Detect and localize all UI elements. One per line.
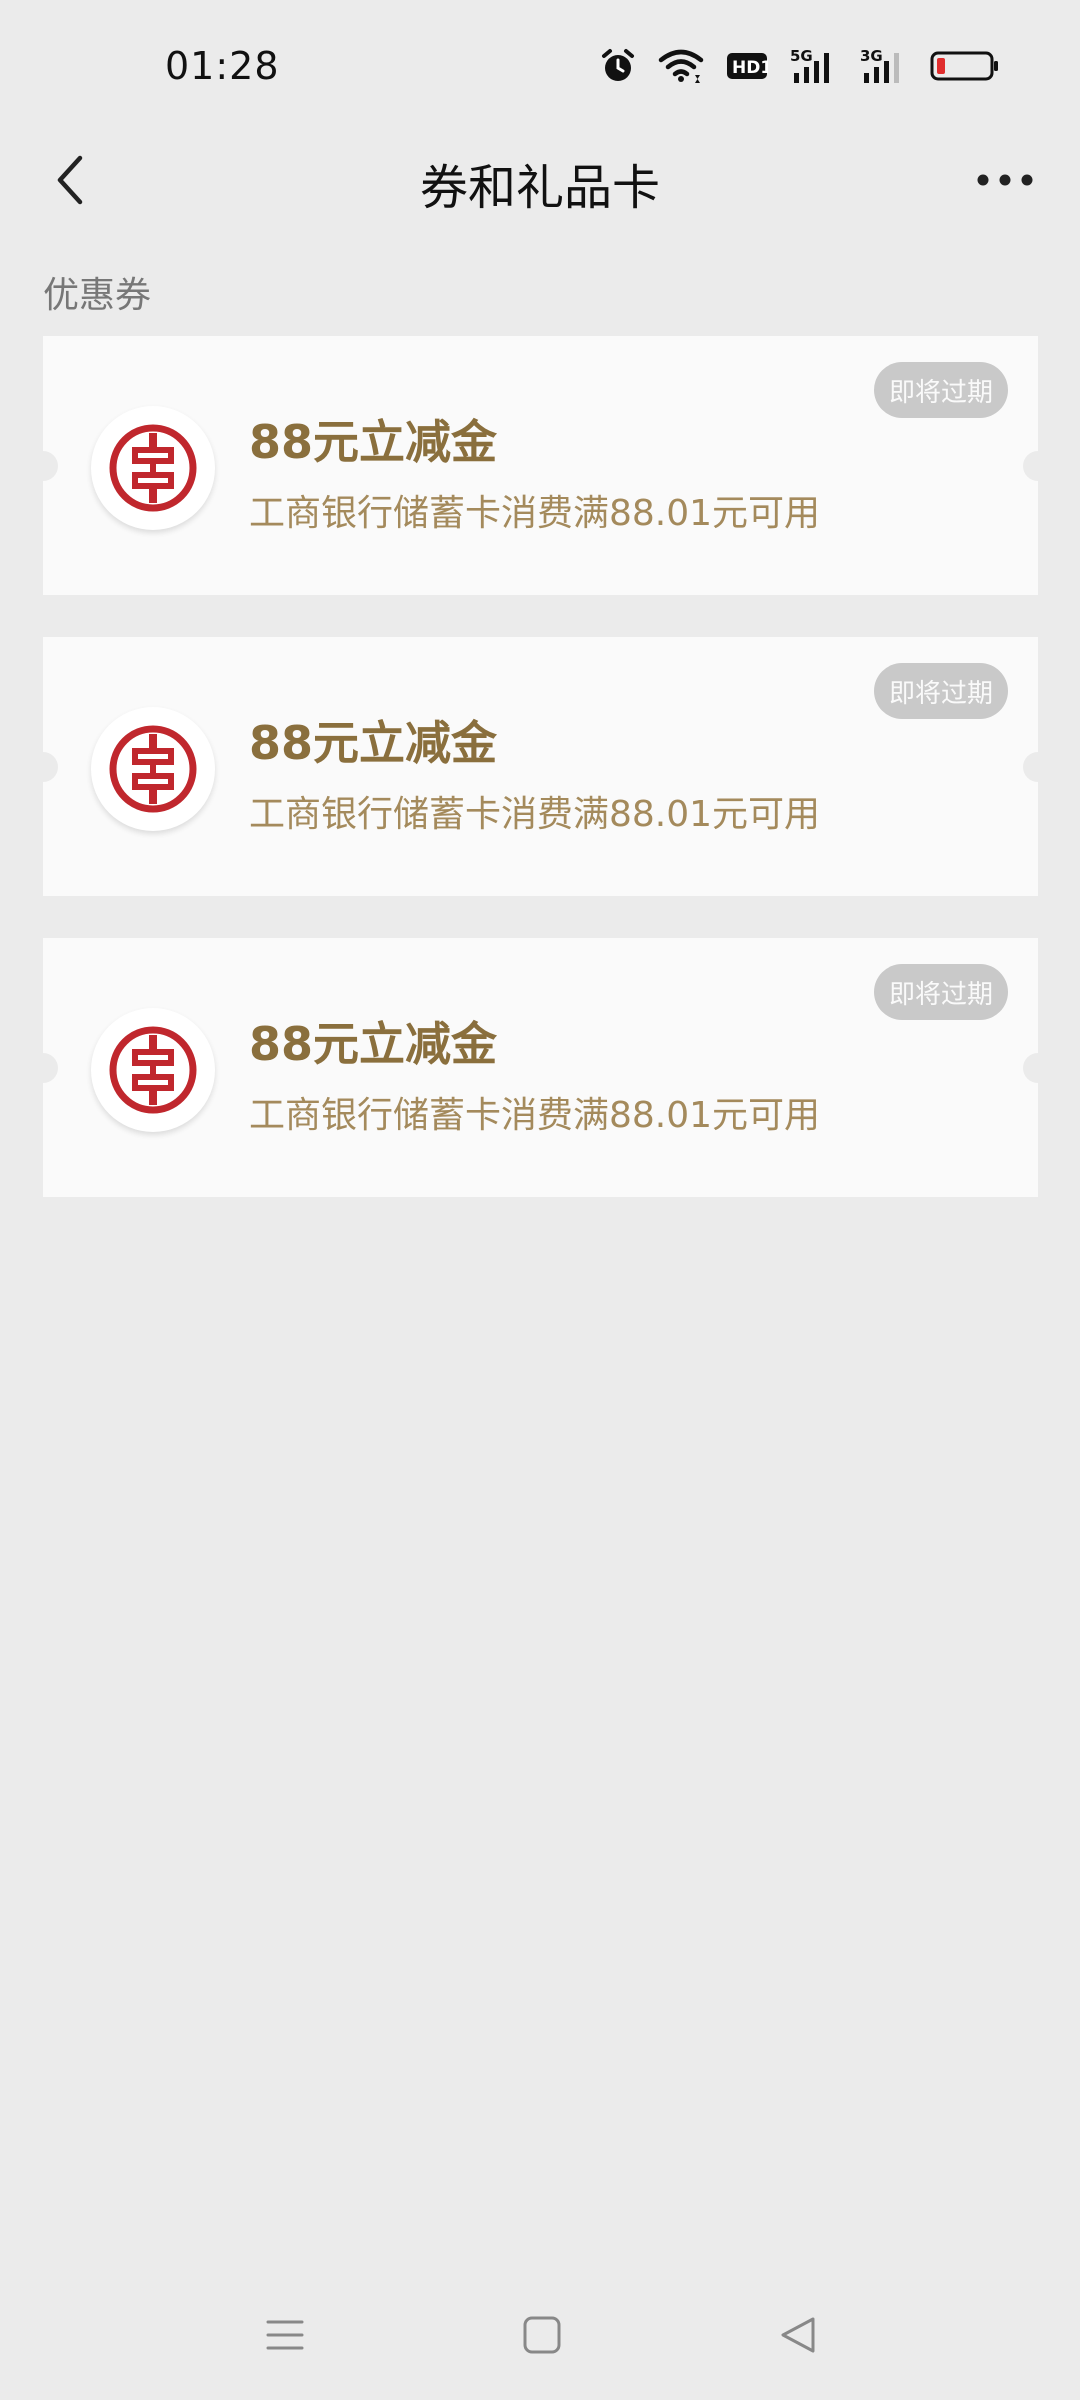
ticket-notch [1023,752,1038,782]
icbc-logo-icon [91,707,215,831]
ticket-notch [43,1053,58,1083]
signal-3g-label: 3G [860,47,883,65]
hd-icon: HD1 [726,51,768,81]
battery-icon [930,50,1000,82]
menu-lines-icon [266,2320,304,2350]
status-time: 01:28 [165,44,280,88]
coupon-condition: 工商银行储蓄卡消费满88.01元可用 [249,794,821,835]
more-dots-icon [977,174,1033,186]
icbc-logo-icon [91,1008,215,1132]
expiring-badge: 即将过期 [874,964,1008,1020]
coupon-amount: 88元立减金 [249,415,498,469]
wifi-icon [658,48,704,84]
hd-label: HD1 [732,58,768,78]
coupon-card[interactable]: 88元立减金 工商银行储蓄卡消费满88.01元可用 即将过期 [43,938,1038,1197]
status-icons: HD1 5G 3G [600,46,1000,86]
signal-5g-label: 5G [790,47,813,65]
signal-5g-icon: 5G [790,47,838,85]
square-home-icon [523,2316,561,2354]
expiring-badge: 即将过期 [874,362,1008,418]
system-nav-bar [0,2280,1080,2380]
recent-apps-button[interactable] [245,2300,325,2370]
coupon-card[interactable]: 88元立减金 工商银行储蓄卡消费满88.01元可用 即将过期 [43,637,1038,896]
app-header: 券和礼品卡 [0,130,1080,230]
back-nav-button[interactable] [758,2300,838,2370]
triangle-back-icon [781,2317,815,2353]
page-title: 券和礼品卡 [419,160,660,216]
coupon-amount: 88元立减金 [249,716,498,770]
coupon-card[interactable]: 88元立减金 工商银行储蓄卡消费满88.01元可用 即将过期 [43,336,1038,595]
coupon-list: 88元立减金 工商银行储蓄卡消费满88.01元可用 即将过期 88元立减金 工商… [43,336,1038,1239]
alarm-icon [600,48,636,84]
ticket-notch [1023,1053,1038,1083]
signal-3g-icon: 3G [860,47,908,85]
coupon-condition: 工商银行储蓄卡消费满88.01元可用 [249,1095,821,1136]
home-button[interactable] [502,2300,582,2370]
screen: 01:28 HD1 5G 3G 券和礼品卡 优惠券 88元立减金 工商银行储蓄卡… [0,0,1080,2400]
more-options-button[interactable] [960,140,1050,220]
ticket-notch [43,752,58,782]
icbc-logo-icon [91,406,215,530]
ticket-notch [1023,451,1038,481]
status-bar: 01:28 HD1 5G 3G [0,0,1080,130]
coupon-amount: 88元立减金 [249,1017,498,1071]
coupon-condition: 工商银行储蓄卡消费满88.01元可用 [249,493,821,534]
ticket-notch [43,451,58,481]
section-label-coupons: 优惠券 [43,275,152,316]
expiring-badge: 即将过期 [874,663,1008,719]
